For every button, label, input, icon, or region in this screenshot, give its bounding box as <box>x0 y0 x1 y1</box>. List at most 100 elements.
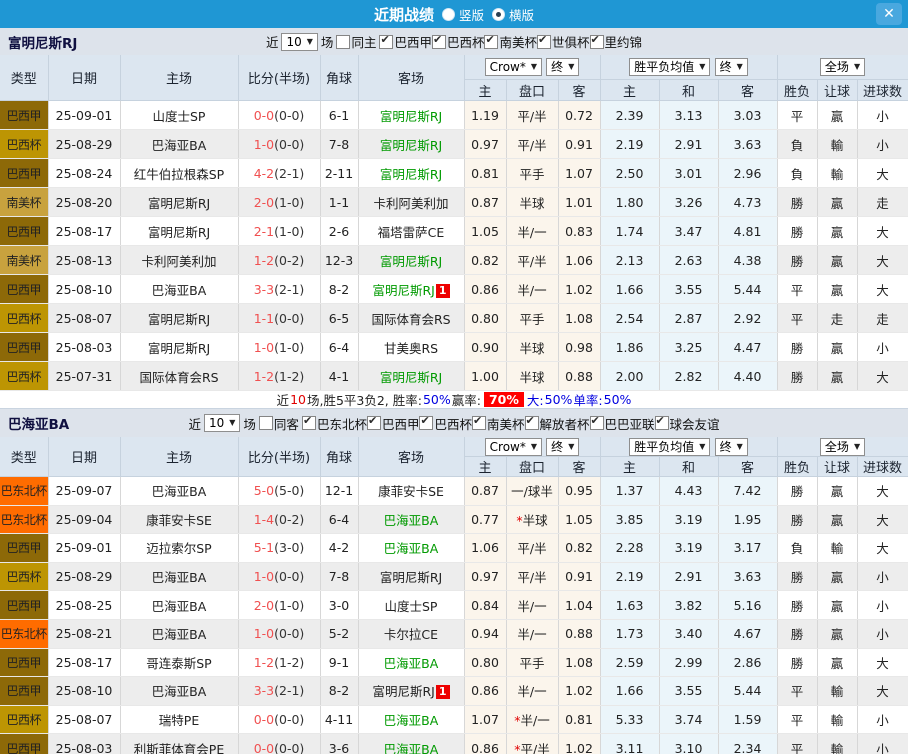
odds-home: 0.90 <box>464 332 507 362</box>
score-cell: 2-1(1-0) <box>238 216 321 246</box>
handicap-name: 半球 <box>519 369 545 385</box>
away-team-name: 巴海亚BA <box>383 741 439 754</box>
section2-filter-bar: 巴海亚BA 近 10▼ 场 同客 巴东北杯巴西甲巴西杯南美杯解放者杯巴巴亚联球会… <box>0 408 908 437</box>
close-button[interactable]: ✕ <box>876 3 902 25</box>
scope-select[interactable]: 全场 ▼ <box>819 58 866 76</box>
odds-home: 0.81 <box>464 158 507 188</box>
handicap-line: 平手 <box>506 158 559 188</box>
chevron-down-icon: ▼ <box>736 441 743 451</box>
away-team-name: 巴海亚BA <box>383 713 439 729</box>
match-row: 巴西杯 25-08-07 瑞特PE 0-0(0-0) 4-11 巴海亚BA 1.07 *半/一… <box>0 705 908 735</box>
corner-count: 12-3 <box>320 245 359 275</box>
scope-select[interactable]: 全场 ▼ <box>819 437 866 456</box>
match-row: 巴西杯 25-08-29 巴海亚BA 1-0(0-0) 7-8 富明尼斯RJ 0.97 平/半… <box>0 129 908 159</box>
avg-home-odds: 1.74 <box>600 216 660 246</box>
handicap-name: 半球 <box>519 195 545 211</box>
fulltime-score: 0-0 <box>253 712 275 728</box>
result-handicap: 輸 <box>817 705 858 735</box>
col-type: 类型 <box>0 437 49 477</box>
checkbox-checked-icon <box>301 414 316 430</box>
avg-draw-odds: 3.26 <box>659 187 719 217</box>
fulltime-score: 0-0 <box>253 740 275 754</box>
odds-source-select[interactable]: Crow* ▼ <box>484 58 543 76</box>
corner-count: 5-2 <box>320 619 359 649</box>
handicap-line: 半/一 <box>506 216 559 246</box>
league-label: 南美杯 <box>499 35 537 50</box>
avg-away-odds: 2.34 <box>718 733 778 754</box>
recent-count-select[interactable]: 10 ▼ <box>203 414 241 432</box>
checkbox-icon <box>336 34 351 49</box>
home-team: 巴海亚BA <box>120 676 239 706</box>
league-filter-toggle[interactable]: 南美杯 <box>484 32 537 51</box>
avg-time-select[interactable]: 终 ▼ <box>714 58 748 76</box>
handicap-line: 半球 <box>506 187 559 217</box>
corner-count: 3-0 <box>320 590 359 620</box>
corner-count: 4-11 <box>320 705 359 735</box>
league-filter-toggle[interactable]: 球会友谊 <box>654 414 720 433</box>
odds-away: 0.82 <box>558 533 601 563</box>
home-team: 巴海亚BA <box>120 274 239 304</box>
away-team-name: 富明尼斯RJ <box>379 137 443 153</box>
league-badge: 巴西杯 <box>0 303 49 333</box>
match-row: 巴西杯 25-08-29 巴海亚BA 1-0(0-0) 7-8 富明尼斯RJ 0.97 平/半… <box>0 562 908 592</box>
near-label: 近 <box>188 416 201 432</box>
avg-select[interactable]: 胜平负均值 ▼ <box>629 58 711 76</box>
league-filter-toggle[interactable]: 巴西杯 <box>419 414 472 433</box>
match-date: 25-08-25 <box>48 590 121 620</box>
odds-time-select[interactable]: 终 ▼ <box>546 437 580 456</box>
league-filter-toggle[interactable]: 里约锦 <box>589 32 643 51</box>
result-goalline: 大 <box>857 216 908 246</box>
col-away: 客场 <box>358 55 465 101</box>
layout-radio-horizontal[interactable]: 横版 <box>492 5 534 24</box>
avg-draw-odds: 3.55 <box>659 676 719 706</box>
close-icon: ✕ <box>883 6 895 22</box>
recent-count-select[interactable]: 10 ▼ <box>281 32 318 51</box>
avg-home-odds: 1.73 <box>600 619 660 649</box>
match-date: 25-08-07 <box>48 303 121 333</box>
away-team-name: 卡尔拉CE <box>383 627 439 643</box>
result-handicap: 贏 <box>817 476 858 506</box>
avg-time-select[interactable]: 终 ▼ <box>714 437 748 456</box>
same-away-toggle[interactable]: 同客 <box>258 414 299 433</box>
league-label: 球会友谊 <box>669 416 720 432</box>
score-cell: 4-2(2-1) <box>238 158 321 188</box>
handicap-line: 平/半 <box>506 245 559 275</box>
odds-source-select[interactable]: Crow* ▼ <box>484 437 543 456</box>
league-label: 里约锦 <box>604 35 643 50</box>
chevron-down-icon: ▼ <box>699 441 706 451</box>
odds-home: 0.77 <box>464 505 507 535</box>
league-badge: 巴西甲 <box>0 590 49 620</box>
odds-away: 0.91 <box>558 129 601 159</box>
league-filter-toggle[interactable]: 巴西甲 <box>366 414 419 433</box>
avg-select[interactable]: 胜平负均值 ▼ <box>629 437 711 456</box>
avg-group-header: 胜平负均值 ▼ 终 ▼ <box>600 55 778 80</box>
handicap-name: 半球 <box>522 512 548 528</box>
match-row: 巴西甲 25-08-03 利斯菲体育会PE 0-0(0-0) 3-6 巴海亚BA 0.86 *… <box>0 733 908 754</box>
score-cell: 1-4(0-2) <box>238 505 321 535</box>
score-cell: 5-1(3-0) <box>238 533 321 563</box>
odds-away: 1.02 <box>558 733 601 754</box>
league-filter-toggle[interactable]: 巴西甲 <box>379 32 432 51</box>
league-filter-toggle[interactable]: 南美杯 <box>471 414 525 433</box>
sub-result-handicap: 让球 <box>817 79 858 101</box>
avg-draw-odds: 3.10 <box>659 733 719 754</box>
layout-radio-vertical[interactable]: 竖版 <box>441 5 484 24</box>
league-filter-toggle[interactable]: 巴巴亚联 <box>589 414 655 433</box>
odds-home: 1.00 <box>464 361 507 391</box>
league-filter-toggle[interactable]: 巴东北杯 <box>301 414 367 433</box>
match-row: 南美杯 25-08-13 卡利阿美利加 1-2(0-2) 12-3 富明尼斯RJ 0.82 平… <box>0 245 908 275</box>
league-filter-toggle[interactable]: 巴西杯 <box>431 32 484 51</box>
games-label: 场 <box>320 35 334 50</box>
same-home-toggle[interactable]: 同主 <box>336 32 376 51</box>
match-row: 巴西甲 25-09-01 山度士SP 0-0(0-0) 6-1 富明尼斯RJ 1.19 平/半… <box>0 100 908 130</box>
away-team-cell: 富明尼斯RJ 1 <box>358 274 465 304</box>
result-handicap: 贏 <box>817 274 858 304</box>
odds-time-select[interactable]: 终 ▼ <box>546 58 580 76</box>
league-filter-toggle[interactable]: 解放者杯 <box>524 414 590 433</box>
same-label: 同客 <box>273 416 299 432</box>
avg-draw-odds: 3.19 <box>659 505 719 535</box>
handicap-name: 平/半 <box>520 741 550 754</box>
league-filter-toggle[interactable]: 世俱杯 <box>537 32 590 51</box>
sub-avg-draw: 和 <box>659 79 719 101</box>
fulltime-score: 2-0 <box>253 597 275 613</box>
